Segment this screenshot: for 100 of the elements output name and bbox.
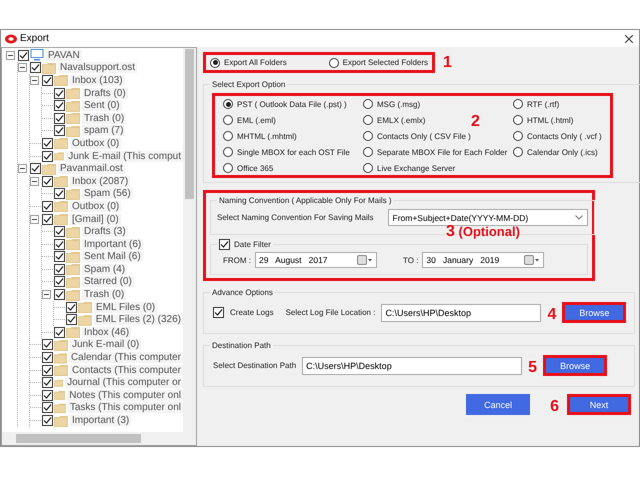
radio-option[interactable]: Export Selected Folders bbox=[328, 58, 428, 68]
checkbox[interactable] bbox=[54, 251, 65, 262]
radio-option[interactable]: EML (.eml) bbox=[223, 115, 276, 125]
folder-label[interactable]: Journal (This computer or bbox=[65, 377, 183, 388]
radio-option[interactable]: Contacts Only ( .vcf ) bbox=[513, 131, 602, 141]
folder-label[interactable]: [Gmail] (0) bbox=[70, 214, 121, 225]
folder-label[interactable]: Starred (0) bbox=[82, 276, 134, 288]
checkbox[interactable] bbox=[42, 74, 53, 86]
folder-label[interactable]: spam (7) bbox=[82, 125, 126, 136]
radio-button[interactable] bbox=[363, 131, 373, 141]
browse-button[interactable]: Browse bbox=[562, 302, 626, 323]
collapse-toggle[interactable] bbox=[18, 63, 27, 72]
folder-label[interactable]: Important (6) bbox=[82, 238, 144, 250]
checkbox[interactable] bbox=[66, 314, 77, 326]
folder-label[interactable]: Drafts (3) bbox=[82, 226, 128, 238]
radio-option[interactable]: Live Exchange Server bbox=[363, 163, 456, 173]
radio-option[interactable]: Contacts Only ( CSV File ) bbox=[363, 131, 471, 141]
folder-label[interactable]: Outbox (0) bbox=[70, 200, 122, 212]
folder-label[interactable]: Outbox (0) bbox=[70, 138, 122, 149]
checkbox[interactable] bbox=[42, 138, 53, 149]
folder-label[interactable]: Spam (4) bbox=[82, 264, 128, 275]
radio-option[interactable]: Separate MBOX File for Each Folder bbox=[363, 147, 508, 157]
folder-label[interactable]: Junk E-mail (This comput bbox=[66, 150, 183, 162]
checkbox[interactable] bbox=[54, 88, 65, 99]
collapse-toggle[interactable] bbox=[30, 176, 39, 186]
checkbox[interactable] bbox=[54, 226, 65, 238]
radio-button[interactable] bbox=[328, 58, 339, 68]
naming-dropdown[interactable]: From+Subject+Date(YYYY-MM-DD) bbox=[388, 209, 588, 226]
radio-button[interactable] bbox=[223, 131, 233, 141]
checkbox[interactable] bbox=[219, 239, 230, 250]
folder-label[interactable]: Navalsupport.ost bbox=[58, 62, 138, 74]
radio-option[interactable]: Export All Folders bbox=[210, 58, 287, 68]
checkbox[interactable] bbox=[42, 364, 53, 376]
folder-label[interactable]: Junk E-mail (0) bbox=[70, 339, 142, 350]
browse-button[interactable]: Browse bbox=[543, 355, 608, 376]
date-picker[interactable]: 29 August 2017 bbox=[255, 252, 377, 268]
radio-option[interactable]: PST ( Outlook Data File (.pst) ) bbox=[223, 99, 347, 109]
checkbox[interactable] bbox=[42, 150, 53, 162]
checkbox[interactable] bbox=[54, 326, 65, 338]
radio-option[interactable]: Office 365 bbox=[223, 163, 274, 173]
checkbox[interactable] bbox=[42, 402, 53, 414]
radio-option[interactable]: RTF (.rtf) bbox=[513, 99, 560, 109]
folder-label[interactable]: PAVAN bbox=[46, 50, 82, 61]
radio-button[interactable] bbox=[513, 147, 523, 157]
radio-option[interactable]: MHTML (.mhtml) bbox=[223, 131, 297, 141]
checkbox[interactable] bbox=[66, 302, 77, 313]
radio-option[interactable]: Calendar Only (.ics) bbox=[513, 147, 598, 157]
folder-label[interactable]: EML Files (0) bbox=[94, 302, 158, 313]
checkbox[interactable] bbox=[42, 390, 53, 401]
folder-label[interactable]: EML Files (2) (326) bbox=[94, 314, 183, 326]
folder-label[interactable]: Contacts (This computer bbox=[70, 364, 183, 376]
folder-label[interactable]: Sent Mail (6) bbox=[82, 251, 143, 262]
checkbox[interactable] bbox=[42, 377, 53, 388]
checkbox[interactable] bbox=[42, 339, 53, 350]
date-picker[interactable]: 30 January 2019 bbox=[422, 252, 544, 268]
folder-label[interactable]: Sent (0) bbox=[82, 100, 122, 112]
checkbox[interactable] bbox=[213, 307, 224, 318]
radio-button[interactable] bbox=[513, 131, 523, 141]
folder-label[interactable]: Notes (This computer onl bbox=[67, 390, 183, 401]
radio-option[interactable]: HTML (.html) bbox=[513, 115, 574, 125]
checkbox[interactable] bbox=[54, 238, 65, 250]
checkbox[interactable] bbox=[42, 352, 53, 364]
checkbox[interactable] bbox=[18, 50, 29, 61]
vertical-scrollbar[interactable] bbox=[183, 48, 196, 432]
radio-button[interactable] bbox=[513, 115, 523, 125]
checkbox[interactable] bbox=[42, 176, 53, 187]
radio-button[interactable] bbox=[223, 147, 233, 157]
checkbox[interactable] bbox=[54, 264, 65, 275]
folder-label[interactable]: Trash (0) bbox=[82, 289, 126, 300]
radio-button[interactable] bbox=[363, 163, 373, 173]
folder-label[interactable]: Inbox (2087) bbox=[70, 176, 130, 187]
folder-label[interactable]: Trash (0) bbox=[82, 112, 126, 124]
checkbox[interactable] bbox=[54, 112, 65, 124]
radio-button[interactable] bbox=[363, 115, 373, 125]
radio-option[interactable]: MSG (.msg) bbox=[363, 99, 420, 109]
folder-label[interactable]: Calendar (This computer bbox=[68, 352, 183, 364]
collapse-toggle[interactable] bbox=[42, 290, 51, 300]
checkbox[interactable] bbox=[54, 125, 65, 136]
radio-button[interactable] bbox=[210, 58, 220, 68]
horizontal-scrollbar[interactable] bbox=[2, 432, 196, 445]
radio-button[interactable] bbox=[363, 147, 373, 157]
radio-button[interactable] bbox=[223, 115, 233, 125]
radio-option[interactable]: Single MBOX for each OST File bbox=[223, 147, 350, 157]
checkbox[interactable] bbox=[54, 100, 65, 112]
folder-label[interactable]: Inbox (103) bbox=[70, 74, 125, 86]
close-icon[interactable] bbox=[625, 34, 633, 42]
folder-label[interactable]: Pavanmail.ost bbox=[58, 163, 125, 174]
folder-label[interactable]: Inbox (46) bbox=[82, 326, 132, 338]
checkbox[interactable] bbox=[30, 62, 41, 74]
folder-label[interactable]: Drafts (0) bbox=[82, 88, 128, 99]
checkbox[interactable] bbox=[54, 188, 65, 200]
collapse-toggle[interactable] bbox=[6, 50, 15, 60]
radio-button[interactable] bbox=[223, 99, 233, 109]
checkbox[interactable] bbox=[54, 289, 65, 300]
checkbox[interactable] bbox=[42, 415, 53, 426]
cancel-button[interactable]: Cancel bbox=[466, 394, 530, 415]
checkbox[interactable] bbox=[30, 163, 41, 174]
checkbox[interactable] bbox=[42, 200, 53, 212]
log-location-field[interactable]: C:\Users\HP\Desktop bbox=[381, 304, 542, 322]
radio-button[interactable] bbox=[363, 99, 373, 109]
